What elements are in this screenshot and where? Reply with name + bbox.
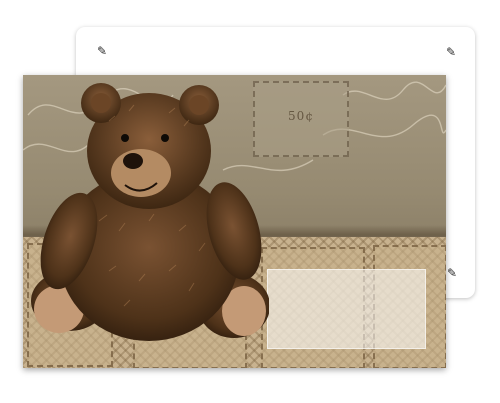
address-label-area[interactable]: [267, 269, 426, 349]
cross-pen-icon: ✎: [446, 266, 458, 280]
front-card: 50¢: [23, 75, 446, 368]
teddy-bear-illustration: [31, 83, 269, 341]
cross-pen-icon: ✎: [96, 44, 108, 58]
cross-pen-icon: ✎: [445, 45, 457, 59]
postcard-mockup: ✎ ✎ ✎ 50¢: [0, 0, 500, 403]
